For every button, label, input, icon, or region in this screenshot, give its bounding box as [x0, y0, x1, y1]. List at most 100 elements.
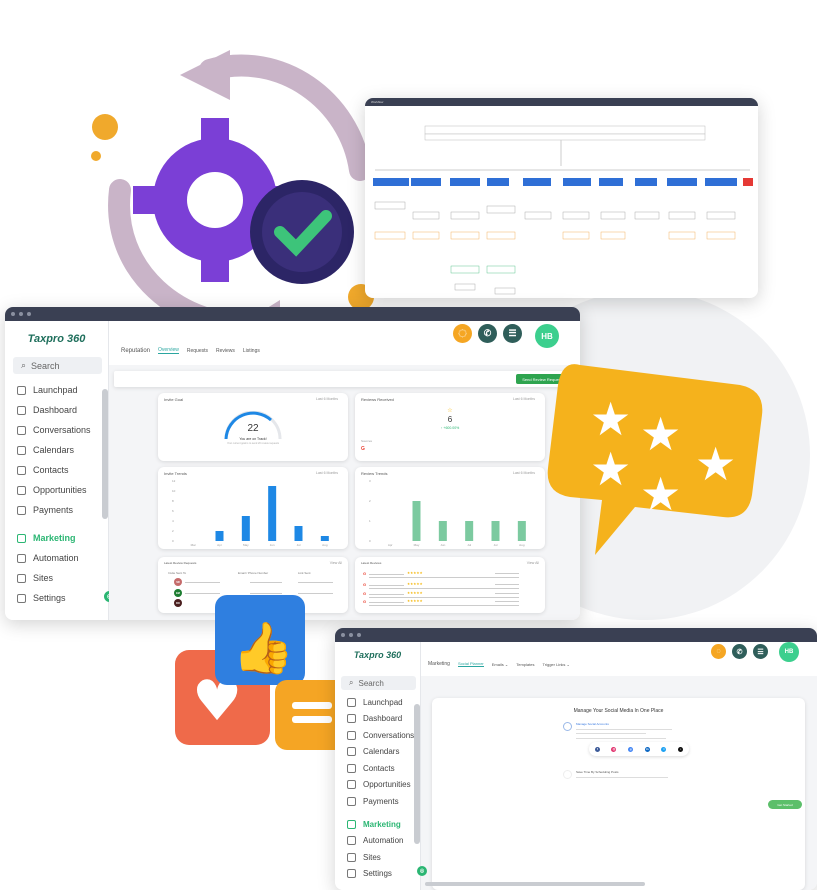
- tiktok-icon[interactable]: ♪: [678, 746, 684, 752]
- opportunities-icon: [17, 485, 26, 495]
- sidebar-item-opportunities[interactable]: Opportunities: [335, 777, 420, 794]
- invite-goal-card: Invite Goal Last 6 Months 22 You are on T…: [158, 393, 348, 461]
- invite-trends-chart: 0 2 4 6 8 10 12 Mar Apr May Jun Jul Aug: [172, 479, 329, 547]
- tab-requests[interactable]: Requests: [187, 348, 208, 354]
- workflow-title: Workflow: [371, 100, 384, 104]
- instagram-icon[interactable]: ◎: [611, 746, 617, 752]
- bar[interactable]: [465, 521, 474, 541]
- sidebar-item-marketing[interactable]: Marketing: [335, 816, 420, 833]
- sidebar-item-contacts[interactable]: Contacts: [335, 760, 420, 777]
- sidebar-item-launchpad[interactable]: Launchpad: [5, 380, 108, 400]
- tab-social-planner[interactable]: Social Planner: [457, 661, 484, 667]
- sidebar-item-calendars[interactable]: Calendars: [335, 744, 420, 761]
- tab-templates[interactable]: Templates: [516, 662, 534, 667]
- tab-overview[interactable]: Overview: [158, 347, 179, 354]
- goal-sub: Your current goal is to send 20 review r…: [226, 442, 280, 445]
- automation-icon: [17, 553, 26, 563]
- sidebar-scrollbar[interactable]: [102, 389, 108, 519]
- sidebar-item-label: Automation: [33, 553, 79, 563]
- search-input[interactable]: ⌕ Search: [341, 676, 416, 690]
- x-tick-label: Jul: [494, 543, 498, 547]
- bar[interactable]: [320, 536, 329, 541]
- sidebar-item-conversations[interactable]: Conversations: [5, 420, 108, 440]
- view-all-link[interactable]: View All: [330, 561, 342, 565]
- phone-icon[interactable]: ✆: [478, 324, 497, 343]
- avatar[interactable]: HB: [535, 324, 559, 348]
- reviews-received-card: Reviews Received Last 6 Months ☆ 6 ↑ +600…: [355, 393, 545, 461]
- payments-icon: [347, 796, 356, 806]
- menu-list-icon[interactable]: ☰: [503, 324, 522, 343]
- tab-trigger-links[interactable]: Trigger Links ⌄: [542, 662, 569, 667]
- y-tick-label: 10: [172, 489, 176, 493]
- search-icon: ⌕: [349, 678, 354, 687]
- search-input[interactable]: ⌕ Search: [13, 357, 102, 374]
- phone-icon[interactable]: ✆: [732, 644, 747, 659]
- sidebar-item-contacts[interactable]: Contacts: [5, 460, 108, 480]
- bar[interactable]: [438, 521, 447, 541]
- sidebar-item-marketing[interactable]: Marketing: [5, 528, 108, 548]
- bar[interactable]: [268, 486, 277, 541]
- svg-text:★: ★: [590, 392, 631, 446]
- bar[interactable]: [491, 521, 500, 541]
- bar[interactable]: [215, 531, 224, 541]
- avatar[interactable]: HB: [779, 642, 799, 662]
- sidebar-item-payments[interactable]: Payments: [5, 500, 108, 520]
- y-tick-label: 12: [172, 479, 176, 483]
- sidebar-item-settings[interactable]: Settings: [335, 866, 420, 883]
- logo: Taxpro 360: [27, 333, 86, 345]
- sidebar-item-automation[interactable]: Automation: [335, 833, 420, 850]
- svg-text:★: ★: [590, 442, 631, 496]
- sidebar-item-conversations[interactable]: Conversations: [335, 727, 420, 744]
- sidebar-item-dashboard[interactable]: Dashboard: [335, 711, 420, 728]
- sidebar-item-settings[interactable]: Settings: [5, 588, 108, 608]
- google-icon: G: [363, 599, 367, 604]
- google-icon: G: [363, 571, 367, 576]
- y-tick-label: 0: [172, 539, 174, 543]
- menu-list-icon[interactable]: ☰: [753, 644, 768, 659]
- google-icon[interactable]: g: [628, 746, 634, 752]
- google-icon: G: [363, 582, 367, 587]
- view-all-link[interactable]: View All: [527, 561, 539, 565]
- tab-listings[interactable]: Listings: [243, 348, 260, 354]
- sidebar-item-automation[interactable]: Automation: [5, 548, 108, 568]
- bar[interactable]: [294, 526, 303, 541]
- tab-emails[interactable]: Emails ⌄: [492, 662, 508, 667]
- sidebar-item-label: Launchpad: [33, 385, 78, 395]
- sidebar-scrollbar[interactable]: [414, 704, 420, 844]
- linkedin-icon[interactable]: in: [644, 746, 650, 752]
- social-planner-window: Taxpro 360 ⌕ Search Launchpad Dashboard Con…: [335, 628, 817, 890]
- x-tick-label: Aug: [322, 543, 328, 547]
- notification-bell-icon[interactable]: ◌: [453, 324, 472, 343]
- tab-reviews[interactable]: Reviews: [216, 348, 235, 354]
- sidebar-item-sites[interactable]: Sites: [335, 849, 420, 866]
- twitter-icon[interactable]: t: [661, 746, 667, 752]
- help-icon[interactable]: ◎: [417, 866, 427, 876]
- bar[interactable]: [241, 516, 250, 541]
- get-started-button[interactable]: Get Started: [768, 800, 802, 809]
- bar[interactable]: [412, 501, 421, 541]
- svg-text:★: ★: [695, 437, 736, 491]
- sidebar-item-label: Sites: [363, 852, 381, 862]
- sidebar-item-payments[interactable]: Payments: [335, 793, 420, 810]
- sidebar-item-calendars[interactable]: Calendars: [5, 440, 108, 460]
- horizontal-scrollbar[interactable]: [425, 882, 645, 886]
- marketing-icon: [347, 819, 356, 829]
- sidebar-item-opportunities[interactable]: Opportunities: [5, 480, 108, 500]
- bar[interactable]: [517, 521, 526, 541]
- sidebar-item-label: Automation: [363, 836, 404, 846]
- y-tick-label: 6: [172, 509, 174, 513]
- sidebar-item-label: Contacts: [33, 465, 69, 475]
- sidebar-item-label: Opportunities: [363, 780, 411, 790]
- workflow-diagram[interactable]: [365, 106, 758, 296]
- y-tick-label: 2: [172, 529, 174, 533]
- sidebar-item-launchpad[interactable]: Launchpad: [335, 694, 420, 711]
- sidebar-item-dashboard[interactable]: Dashboard: [5, 400, 108, 420]
- launchpad-icon: [347, 697, 356, 707]
- sidebar-item-label: Settings: [33, 593, 66, 603]
- x-tick-label: Jun: [270, 543, 275, 547]
- notification-bell-icon[interactable]: ◌: [711, 644, 726, 659]
- orb-decoration: [92, 114, 118, 140]
- facebook-icon[interactable]: f: [594, 746, 600, 752]
- sidebar-item-sites[interactable]: Sites: [5, 568, 108, 588]
- sidebar-item-label: Conversations: [363, 730, 415, 740]
